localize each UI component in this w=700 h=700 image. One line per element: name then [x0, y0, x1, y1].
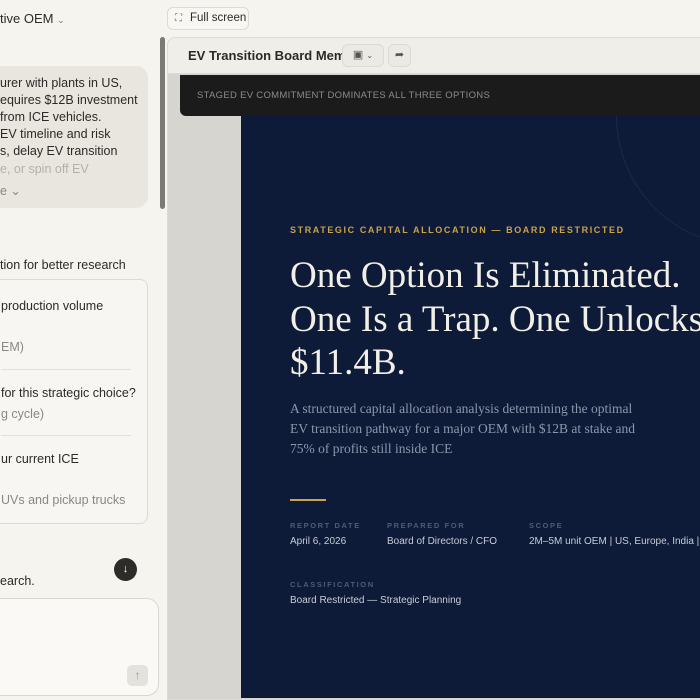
artifact-title: EV Transition Board Memo — [188, 48, 354, 63]
full-screen-label: Full screen — [190, 12, 247, 24]
scrollbar[interactable] — [160, 37, 165, 209]
meta-scope: SCOPE 2M–5M unit OEM | US, Europe, India … — [529, 521, 700, 547]
divider — [1, 369, 131, 370]
document-icon: ▣ — [352, 49, 364, 61]
full-screen-button[interactable]: ⛶ Full screen — [167, 7, 249, 30]
questions-card: production volume EM) for this strategic… — [0, 279, 148, 524]
show-more-button[interactable]: e ⌄ — [0, 183, 21, 198]
answer-text: g cycle) — [1, 407, 45, 421]
chevron-down-icon: ⌄ — [366, 51, 374, 60]
message-line: e, or spin off EV — [0, 162, 89, 176]
closing-text: earch. — [0, 574, 35, 588]
question-text: for this strategic choice? — [1, 386, 136, 400]
message-line: equires $12B investment — [0, 93, 138, 107]
question-text: ur current ICE — [1, 452, 79, 466]
message-line: EV timeline and risk — [0, 127, 111, 141]
decorative-circle — [616, 116, 700, 246]
artifact-header: EV Transition Board Memo ▣ ⌄ ➦ — [168, 38, 700, 74]
expand-icon: ⛶ — [175, 13, 182, 24]
clarify-intro: tion for better research — [0, 258, 126, 272]
gold-rule — [290, 499, 326, 501]
project-title: tive OEM — [0, 11, 54, 26]
copy-menu-button[interactable]: ▣ ⌄ — [342, 44, 384, 67]
share-button[interactable]: ➦ — [388, 44, 411, 67]
summary-banner: STAGED EV COMMITMENT DOMINATES ALL THREE… — [180, 75, 700, 116]
arrow-down-icon: ↓ — [122, 563, 129, 575]
project-selector[interactable]: tive OEM ⌄ — [0, 11, 65, 26]
message-line: urer with plants in US, — [0, 76, 123, 90]
user-message: urer with plants in US, equires $12B inv… — [0, 66, 148, 208]
scroll-down-button[interactable]: ↓ — [114, 558, 137, 581]
headline: One Option Is Eliminated. One Is a Trap. … — [290, 255, 700, 383]
message-line: s, delay EV transition — [0, 144, 118, 158]
memo-cover: STRATEGIC CAPITAL ALLOCATION — BOARD RES… — [241, 116, 700, 698]
answer-text: UVs and pickup trucks — [1, 493, 126, 507]
kicker: STRATEGIC CAPITAL ALLOCATION — BOARD RES… — [290, 225, 625, 235]
send-button[interactable]: ↑ — [127, 665, 148, 686]
share-icon: ➦ — [394, 49, 405, 61]
chevron-down-icon: ⌄ — [57, 15, 65, 25]
message-line: from ICE vehicles. — [0, 110, 102, 124]
banner-text: STAGED EV COMMITMENT DOMINATES ALL THREE… — [197, 90, 491, 101]
question-text: production volume — [1, 299, 104, 313]
meta-report-date: REPORT DATE April 6, 2026 — [290, 521, 361, 547]
chat-panel: tive OEM ⌄ urer with plants in US, equir… — [0, 0, 165, 700]
artifact-panel: EV Transition Board Memo ▣ ⌄ ➦ STAGED EV… — [167, 37, 700, 700]
answer-text: EM) — [1, 340, 24, 354]
meta-prepared-for: PREPARED FOR Board of Directors / CFO — [387, 521, 498, 547]
divider — [1, 435, 131, 436]
subtitle: A structured capital allocation analysis… — [290, 401, 636, 456]
meta-classification: CLASSIFICATION Board Restricted — Strateg… — [290, 580, 462, 606]
arrow-up-icon: ↑ — [134, 668, 141, 682]
